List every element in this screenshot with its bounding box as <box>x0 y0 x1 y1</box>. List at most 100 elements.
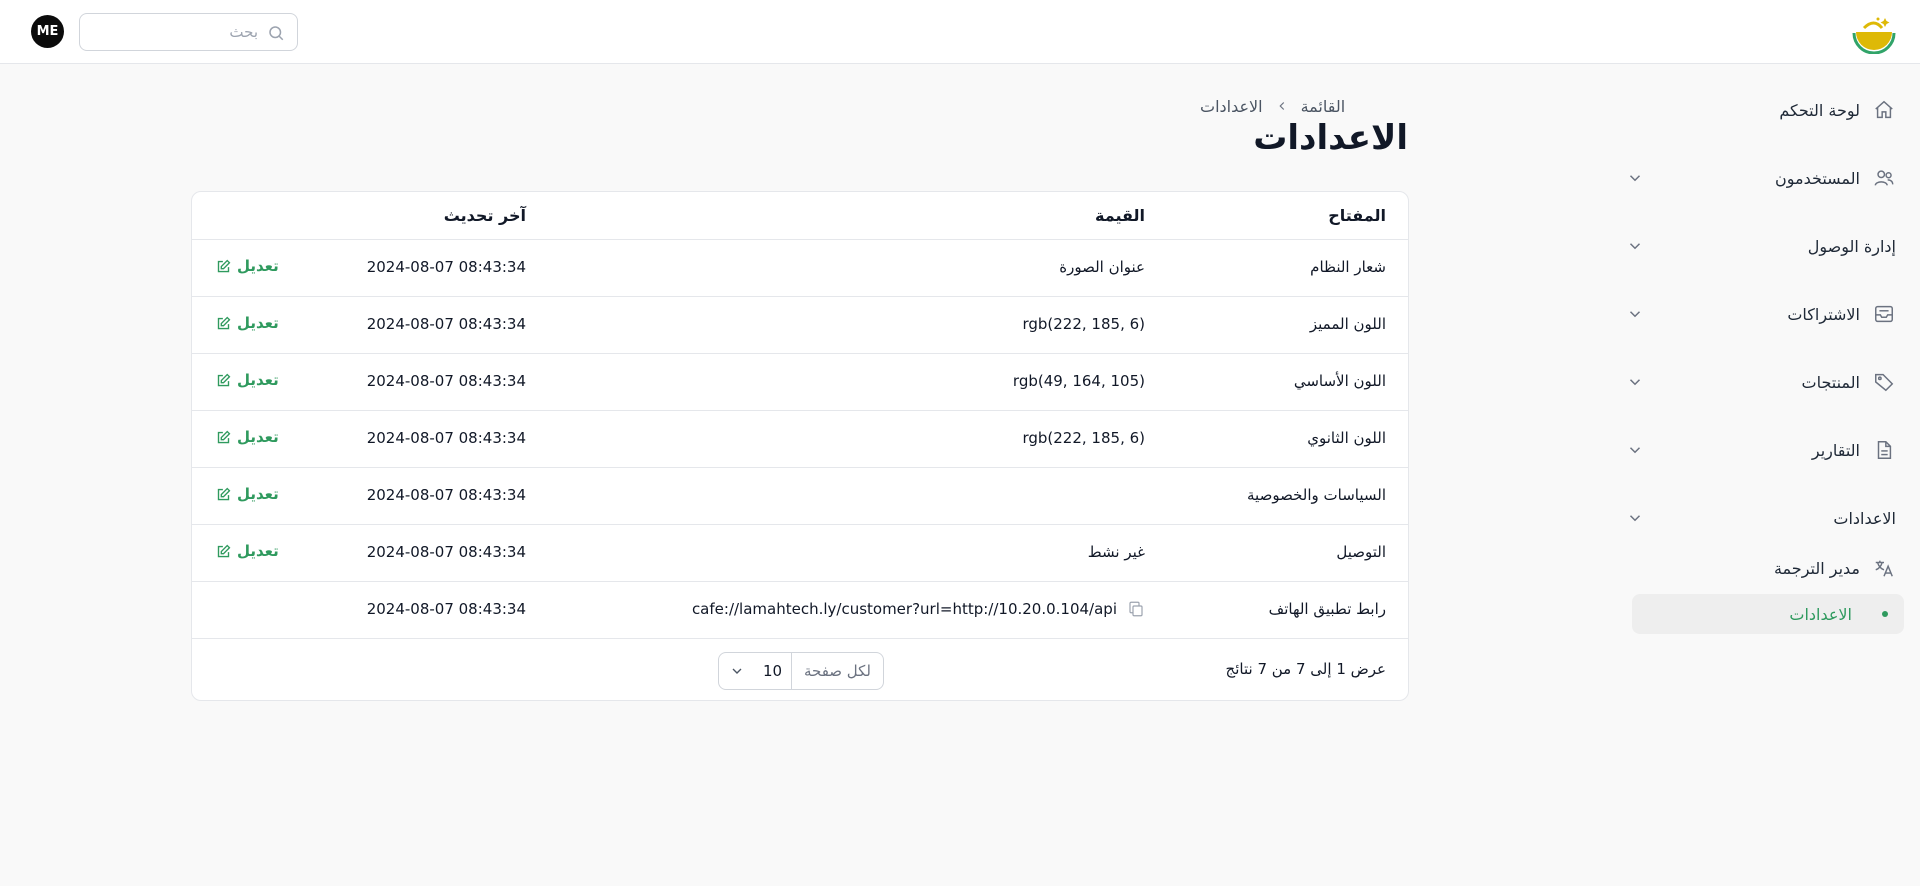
sidebar-item-label: المستخدمون <box>1775 168 1860 188</box>
edit-label: تعديل <box>237 485 279 503</box>
document-icon <box>1872 438 1896 462</box>
edit-label: تعديل <box>237 428 279 446</box>
cell-updated: 2024-08-07 08:43:34 <box>366 372 526 390</box>
edit-icon <box>217 316 231 329</box>
search-input[interactable] <box>88 14 258 50</box>
column-header-updated: آخر تحديث <box>443 206 526 225</box>
sidebar-item-dashboard[interactable]: لوحة التحكم <box>1624 88 1896 132</box>
sidebar-item-label: الاعدادات <box>1789 604 1852 624</box>
cell-value: عنوان الصورة <box>1059 258 1145 276</box>
settings-table: المفتاح القيمة آخر تحديث شعار النظام عنو… <box>191 191 1409 701</box>
per-page-label: لكل صفحة <box>803 662 871 680</box>
cell-value: rgb(222, 185, 6) <box>1022 429 1145 447</box>
sidebar-item-label: التقارير <box>1811 440 1860 460</box>
table-footer: عرض 1 إلى 7 من 7 نتائج لكل صفحة 10 <box>192 640 1408 700</box>
edit-button[interactable]: تعديل <box>216 485 279 503</box>
users-icon <box>1872 166 1896 190</box>
page-title: الاعدادات <box>1253 118 1408 158</box>
breadcrumb: الاعدادات القائمة <box>1200 94 1408 118</box>
edit-icon <box>217 544 231 557</box>
home-icon <box>1872 98 1896 122</box>
active-indicator <box>1882 611 1888 617</box>
cell-updated: 2024-08-07 08:43:34 <box>366 600 526 618</box>
cell-updated: 2024-08-07 08:43:34 <box>366 429 526 447</box>
cell-key: التوصيل <box>1336 543 1386 561</box>
edit-label: تعديل <box>237 314 279 332</box>
sidebar-item-label: الاشتراكات <box>1787 304 1860 324</box>
copy-icon[interactable] <box>1127 600 1145 618</box>
edit-icon <box>217 430 231 443</box>
cell-key: اللون الأساسي <box>1293 372 1386 390</box>
per-page-value: 10 <box>763 662 783 680</box>
pagination-summary: عرض 1 إلى 7 من 7 نتائج <box>1225 660 1386 678</box>
sidebar-item-label: لوحة التحكم <box>1779 100 1860 120</box>
edit-button[interactable]: تعديل <box>216 371 279 389</box>
sidebar-subitem-settings[interactable]: الاعدادات <box>1632 594 1904 634</box>
sidebar-item-subscriptions[interactable]: الاشتراكات <box>1624 292 1896 336</box>
brand-logo[interactable] <box>1852 14 1896 54</box>
edit-button[interactable]: تعديل <box>216 542 279 560</box>
cell-key: اللون المميز <box>1309 315 1386 333</box>
cell-value: غير نشط <box>1087 543 1145 561</box>
inbox-icon <box>1872 302 1896 326</box>
cell-value: rgb(222, 185, 6) <box>1022 315 1145 333</box>
edit-button[interactable]: تعديل <box>216 314 279 332</box>
column-header-value: القيمة <box>1095 206 1145 225</box>
chevron-down-icon <box>1629 243 1641 250</box>
sidebar-item-translation-manager[interactable]: مدير الترجمة <box>1624 546 1896 590</box>
chevron-down-icon <box>1629 311 1641 318</box>
per-page-select[interactable]: لكل صفحة 10 <box>718 652 884 690</box>
cell-updated: 2024-08-07 08:43:34 <box>366 258 526 276</box>
translate-icon <box>1872 556 1896 580</box>
cell-key: رابط تطبيق الهاتف <box>1268 600 1386 618</box>
table-row: اللون الأساسي rgb(49, 164, 105) 2024-08-… <box>192 354 1408 411</box>
breadcrumb-root[interactable]: الاعدادات <box>1200 97 1263 116</box>
edit-icon <box>217 259 231 272</box>
tag-icon <box>1872 370 1896 394</box>
cell-updated: 2024-08-07 08:43:34 <box>366 543 526 561</box>
sidebar-item-users[interactable]: المستخدمون <box>1624 156 1896 200</box>
cell-value: rgb(49, 164, 105) <box>1012 372 1145 390</box>
chevron-down-icon <box>1629 447 1641 454</box>
chevron-down-icon <box>732 668 742 674</box>
edit-button[interactable]: تعديل <box>216 428 279 446</box>
chevron-down-icon <box>1629 515 1641 522</box>
table-header: المفتاح القيمة آخر تحديث <box>192 192 1408 240</box>
edit-button[interactable]: تعديل <box>216 257 279 275</box>
edit-icon <box>217 373 231 386</box>
search-icon <box>269 26 284 41</box>
edit-label: تعديل <box>237 542 279 560</box>
chevron-down-icon <box>1629 175 1641 182</box>
table-row: السياسات والخصوصية 2024-08-07 08:43:34 ت… <box>192 468 1408 525</box>
cell-updated: 2024-08-07 08:43:34 <box>366 315 526 333</box>
breadcrumb-current: القائمة <box>1300 96 1346 116</box>
table-row: رابط تطبيق الهاتف cafe://lamahtech.ly/cu… <box>192 582 1408 639</box>
chevron-down-icon <box>1629 379 1641 386</box>
chevron-left-icon <box>1279 102 1284 110</box>
sidebar-item-products[interactable]: المنتجات <box>1624 360 1896 404</box>
cell-value: cafe://lamahtech.ly/customer?url=http://… <box>691 600 1117 618</box>
table-row: اللون الثانوي rgb(222, 185, 6) 2024-08-0… <box>192 411 1408 468</box>
cell-updated: 2024-08-07 08:43:34 <box>366 486 526 504</box>
edit-icon <box>217 487 231 500</box>
edit-label: تعديل <box>237 371 279 389</box>
sidebar-item-reports[interactable]: التقارير <box>1624 428 1896 472</box>
search-box[interactable] <box>79 13 298 51</box>
sidebar-item-label: المنتجات <box>1801 372 1861 392</box>
table-row: اللون المميز rgb(222, 185, 6) 2024-08-07… <box>192 297 1408 354</box>
sidebar-item-settings[interactable]: الاعدادات <box>1624 496 1896 540</box>
sidebar-item-label: مدير الترجمة <box>1773 558 1860 578</box>
sidebar-item-label: الاعدادات <box>1833 508 1896 528</box>
table-row: التوصيل غير نشط 2024-08-07 08:43:34 تعدي… <box>192 525 1408 582</box>
table-row: شعار النظام عنوان الصورة 2024-08-07 08:4… <box>192 240 1408 297</box>
user-avatar[interactable]: ME <box>31 15 64 48</box>
sidebar: لوحة التحكم المستخدمون إدارة الوصول الاش… <box>1624 64 1920 886</box>
sidebar-item-label: إدارة الوصول <box>1807 236 1896 256</box>
cell-key: السياسات والخصوصية <box>1247 486 1386 504</box>
edit-label: تعديل <box>237 257 279 275</box>
sidebar-item-access-management[interactable]: إدارة الوصول <box>1624 224 1896 268</box>
per-page-divider <box>791 653 792 689</box>
column-header-key: المفتاح <box>1328 206 1386 225</box>
top-bar: ME <box>0 0 1920 64</box>
cell-key: شعار النظام <box>1310 258 1386 276</box>
